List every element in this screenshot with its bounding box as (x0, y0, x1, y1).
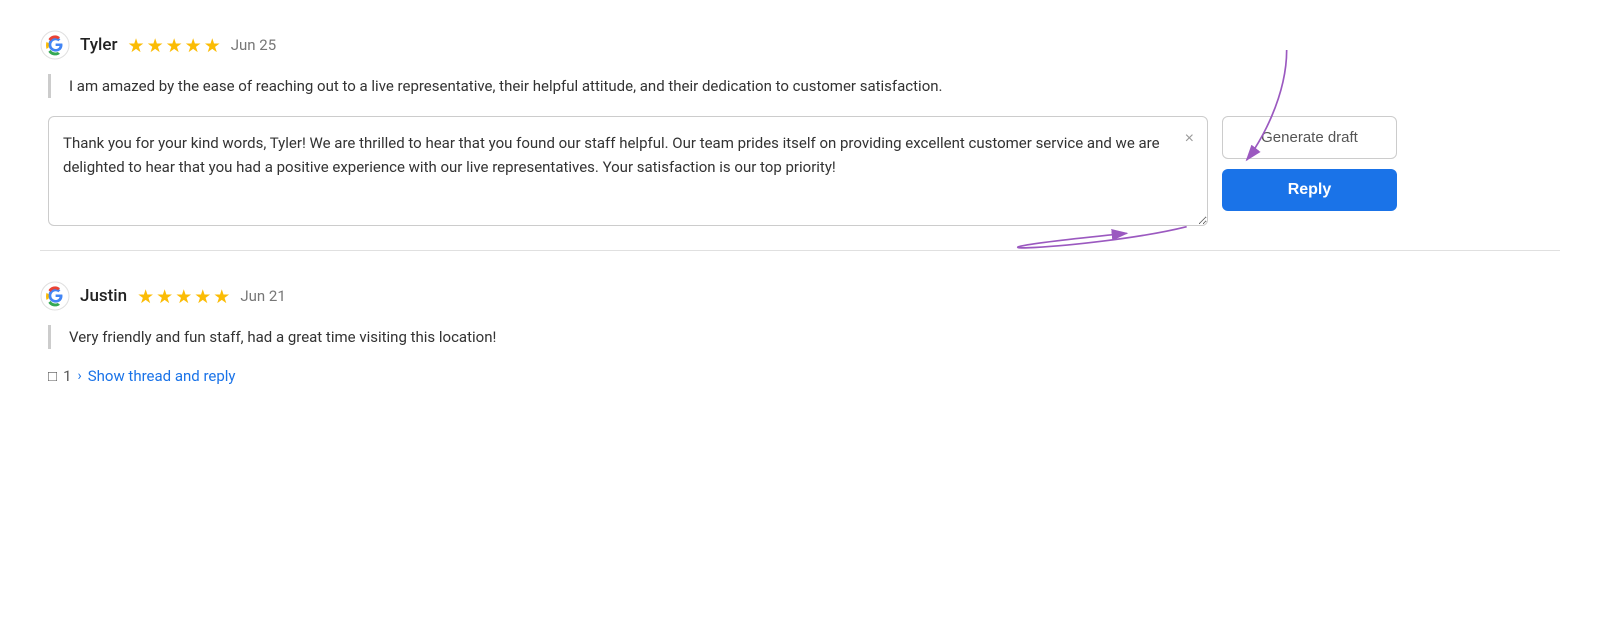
reviewer-name-2: Justin (80, 286, 127, 306)
reviewer-name-1: Tyler (80, 35, 118, 55)
star-2: ★ (147, 34, 164, 57)
star-5: ★ (204, 34, 221, 57)
star-10: ★ (213, 285, 230, 308)
review-text-2: Very friendly and fun staff, had a great… (69, 325, 1560, 349)
show-thread-label[interactable]: Show thread and reply (88, 367, 236, 385)
star-3: ★ (166, 34, 183, 57)
stars-1: ★ ★ ★ ★ ★ (128, 34, 221, 57)
star-8: ★ (175, 285, 192, 308)
comment-icon: □ (48, 367, 57, 385)
star-7: ★ (156, 285, 173, 308)
review-block-2: Justin ★ ★ ★ ★ ★ Jun 21 Very friendly an… (40, 271, 1560, 385)
reply-textarea[interactable] (48, 116, 1208, 226)
review-block-1: Tyler ★ ★ ★ ★ ★ Jun 25 I am amazed by th… (40, 30, 1560, 251)
review-header-1: Tyler ★ ★ ★ ★ ★ Jun 25 (40, 30, 1560, 60)
thread-count: 1 (63, 367, 71, 385)
reply-textarea-wrapper: × (48, 116, 1208, 230)
star-6: ★ (137, 285, 154, 308)
star-9: ★ (194, 285, 211, 308)
review-date-1: Jun 25 (231, 36, 276, 54)
star-1: ★ (128, 34, 145, 57)
review-body-2: Very friendly and fun staff, had a great… (48, 325, 1560, 349)
review-date-2: Jun 21 (240, 287, 285, 305)
reply-actions: Generate draft Reply (1222, 116, 1397, 211)
show-thread-reply[interactable]: □ 1 › Show thread and reply (48, 367, 1560, 385)
google-icon-2 (40, 281, 70, 311)
generate-draft-button[interactable]: Generate draft (1222, 116, 1397, 159)
reply-area-1: × Generate draft Reply (48, 116, 1560, 230)
review-text-1: I am amazed by the ease of reaching out … (69, 74, 1560, 98)
stars-2: ★ ★ ★ ★ ★ (137, 285, 230, 308)
chevron-right-icon: › (78, 368, 82, 384)
review-body-1: I am amazed by the ease of reaching out … (48, 74, 1560, 98)
reply-button[interactable]: Reply (1222, 169, 1397, 211)
google-icon-1 (40, 30, 70, 60)
page-container: Tyler ★ ★ ★ ★ ★ Jun 25 I am amazed by th… (0, 0, 1600, 415)
clear-button[interactable]: × (1181, 128, 1198, 150)
star-4: ★ (185, 34, 202, 57)
review-header-2: Justin ★ ★ ★ ★ ★ Jun 21 (40, 281, 1560, 311)
